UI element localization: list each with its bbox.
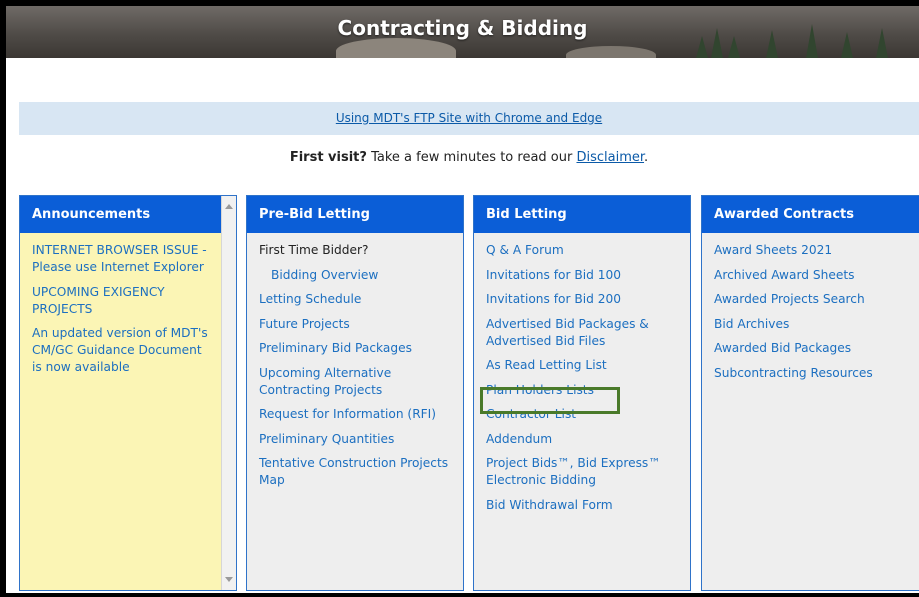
awarded-contracts-list: Award Sheets 2021 Archived Award Sheets … [702,233,919,382]
banner-rock-decoration [336,38,456,58]
awarded-projects-search-link[interactable]: Awarded Projects Search [714,291,918,308]
subcontracting-resources-link[interactable]: Subcontracting Resources [714,365,918,382]
request-for-information-link[interactable]: Request for Information (RFI) [259,406,455,423]
page-frame: Contracting & Bidding Using MDT's FTP Si… [6,6,919,593]
pre-bid-letting-header: Pre-Bid Letting [247,196,463,233]
awarded-contracts-panel: Awarded Contracts Award Sheets 2021 Arch… [701,195,919,591]
preliminary-quantities-link[interactable]: Preliminary Quantities [259,431,455,448]
announcement-cmgc-guidance-link[interactable]: An updated version of MDT's CM/GC Guidan… [32,325,214,376]
disclaimer-link[interactable]: Disclaimer [576,150,644,165]
announcements-scrollbar[interactable] [221,196,236,590]
scroll-down-arrow-icon[interactable] [225,577,233,582]
scroll-up-arrow-icon[interactable] [225,204,233,209]
bid-letting-list: Q & A Forum Invitations for Bid 100 Invi… [474,233,690,514]
bid-archives-link[interactable]: Bid Archives [714,316,918,333]
electronic-bidding-link[interactable]: Project Bids™, Bid Express™ Electronic B… [486,455,682,489]
letting-schedule-link[interactable]: Letting Schedule [259,291,455,308]
first-visit-message: First visit? Take a few minutes to read … [19,150,919,165]
banner-rock-decoration [566,46,656,58]
first-visit-label: First visit? [289,150,367,165]
announcements-list: INTERNET BROWSER ISSUE - Please use Inte… [20,233,236,376]
bidding-overview-link[interactable]: Bidding Overview [259,267,455,284]
award-sheets-2021-link[interactable]: Award Sheets 2021 [714,242,918,259]
tentative-construction-map-link[interactable]: Tentative Construction Projects Map [259,455,455,489]
bid-letting-header: Bid Letting [474,196,690,233]
future-projects-link[interactable]: Future Projects [259,316,455,333]
awarded-bid-packages-link[interactable]: Awarded Bid Packages [714,340,918,357]
pre-bid-letting-list: First Time Bidder? Bidding Overview Lett… [247,233,463,489]
announcements-header: Announcements [20,196,236,233]
first-visit-text: Take a few minutes to read our [366,150,577,165]
invitations-bid-200-link[interactable]: Invitations for Bid 200 [486,291,682,308]
upcoming-alternative-contracting-link[interactable]: Upcoming Alternative Contracting Project… [259,365,455,399]
ftp-notice-bar: Using MDT's FTP Site with Chrome and Edg… [19,102,919,135]
first-time-bidder-label: First Time Bidder? [259,243,369,257]
as-read-letting-list-link[interactable]: As Read Letting List [486,357,682,374]
advertised-bid-packages-link[interactable]: Advertised Bid Packages & Advertised Bid… [486,316,682,350]
addendum-link[interactable]: Addendum [486,431,682,448]
announcement-browser-issue-link[interactable]: INTERNET BROWSER ISSUE - Please use Inte… [32,242,214,276]
bid-withdrawal-form-link[interactable]: Bid Withdrawal Form [486,497,682,514]
archived-award-sheets-link[interactable]: Archived Award Sheets [714,267,918,284]
ftp-site-link[interactable]: Using MDT's FTP Site with Chrome and Edg… [336,111,602,125]
preliminary-bid-packages-link[interactable]: Preliminary Bid Packages [259,340,455,357]
page-banner: Contracting & Bidding [6,6,919,58]
announcement-exigency-link[interactable]: UPCOMING EXIGENCY PROJECTS [32,284,214,318]
plan-holders-highlight-box [480,387,620,414]
page-title: Contracting & Bidding [337,16,588,40]
pre-bid-letting-panel: Pre-Bid Letting First Time Bidder? Biddi… [246,195,464,591]
invitations-bid-100-link[interactable]: Invitations for Bid 100 [486,267,682,284]
awarded-contracts-header: Awarded Contracts [702,196,919,233]
first-visit-period: . [644,150,649,165]
qa-forum-link[interactable]: Q & A Forum [486,242,682,259]
announcements-panel: Announcements INTERNET BROWSER ISSUE - P… [19,195,237,591]
